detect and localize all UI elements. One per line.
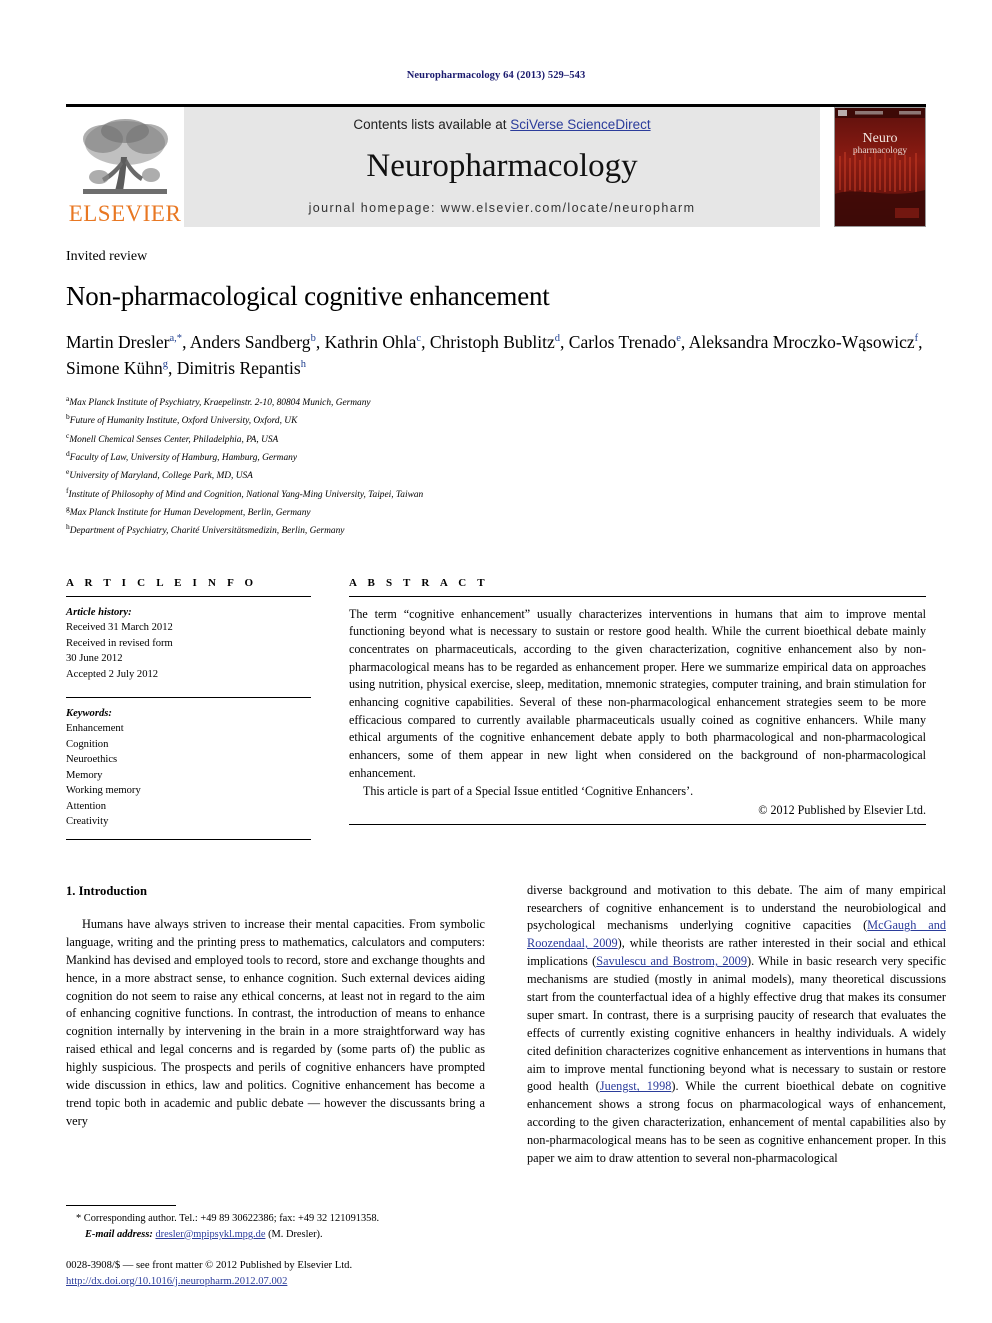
affiliation-item: dFaculty of Law, University of Hamburg, … <box>66 448 297 464</box>
doi-link[interactable]: http://dx.doi.org/10.1016/j.neuropharm.2… <box>66 1276 287 1287</box>
affiliation-marker: g <box>66 504 70 514</box>
body-column-right: diverse background and motivation to thi… <box>527 882 946 1168</box>
keyword-item: Working memory <box>66 785 141 797</box>
affiliation-marker: d <box>66 448 70 458</box>
affiliation-list: aMax Planck Institute of Psychiatry, Kra… <box>66 393 926 540</box>
affiliation-item: cMonell Chemical Senses Center, Philadel… <box>66 430 279 445</box>
author-affiliation-marker: h <box>300 359 306 371</box>
issn-copyright-block: 0028-3908/$ — see front matter © 2012 Pu… <box>66 1258 485 1289</box>
author-name: Christoph Bublitz <box>429 332 555 353</box>
email-note: E-mail address: dresler@mpipsykl.mpg.de … <box>66 1227 485 1243</box>
keywords-label: Keywords: <box>66 708 112 719</box>
author-name: Aleksandra Mroczko-Wąsowicz <box>688 332 915 353</box>
affiliation-item: gMax Planck Institute for Human Developm… <box>66 504 311 519</box>
author-affiliation-marker: g <box>162 359 168 371</box>
author-affiliation-marker: f <box>914 333 919 345</box>
article-history-line: 30 June 2012 <box>66 653 123 665</box>
journal-cover-thumbnail: Neuro pharmacology <box>834 107 926 227</box>
email-owner: (M. Dresler). <box>268 1228 323 1240</box>
affiliation-marker: a <box>66 393 70 403</box>
section-heading-introduction: 1. Introduction <box>66 883 147 898</box>
author-affiliation-marker: a,* <box>169 333 183 345</box>
svg-text:Neuro: Neuro <box>863 131 898 146</box>
running-head: Neuropharmacology 64 (2013) 529–543 <box>406 70 586 81</box>
body-text-region: 1. Introduction Humans have always striv… <box>66 882 946 1168</box>
body-paragraph-right: diverse background and motivation to thi… <box>527 882 947 1165</box>
abstract-column: A B S T R A C T The term “cognitive enha… <box>349 577 926 840</box>
keywords-top-rule <box>66 697 311 698</box>
keyword-item: Cognition <box>66 738 109 750</box>
author-affiliation-marker: b <box>310 333 316 345</box>
journal-title: Neuropharmacology <box>366 148 638 184</box>
affiliation-item: aMax Planck Institute of Psychiatry, Kra… <box>66 393 371 408</box>
article-history-block: Article history: Received 31 March 2012 R… <box>66 605 311 682</box>
keyword-item: Attention <box>66 800 107 812</box>
journal-masthead: ELSEVIER Contents lists available at Sci… <box>66 104 926 227</box>
abstract-paragraph-2: This article is part of a Special Issue … <box>363 784 694 799</box>
author-affiliation-marker: e <box>676 333 681 345</box>
journal-article-page: Neuropharmacology 64 (2013) 529–543 ELSE… <box>0 0 992 1323</box>
masthead-center-panel: Contents lists available at SciVerse Sci… <box>184 107 820 227</box>
abstract-heading: A B S T R A C T <box>349 576 489 589</box>
citation-link[interactable]: Juengst, 1998 <box>600 1079 672 1093</box>
author-name: Kathrin Ohla <box>324 332 417 353</box>
affiliation-marker: h <box>66 522 70 532</box>
citation-link[interactable]: Savulescu and Bostrom, 2009 <box>596 954 747 968</box>
journal-homepage-line[interactable]: journal homepage: www.elsevier.com/locat… <box>309 201 696 215</box>
abstract-rule-bottom <box>349 823 926 825</box>
affiliation-marker: c <box>66 430 70 440</box>
corresponding-author-note: * Corresponding author. Tel.: +49 89 306… <box>76 1213 380 1225</box>
keywords-block: Keywords: Enhancement Cognition Neuroethic… <box>66 706 311 830</box>
article-history-line: Received 31 March 2012 <box>66 622 173 634</box>
affiliation-item: bFuture of Humanity Institute, Oxford Un… <box>66 412 298 427</box>
sciverse-sciencedirect-link[interactable]: SciVerse ScienceDirect <box>510 117 650 132</box>
author-name: Dimitris Repantis <box>176 357 301 378</box>
keyword-item: Neuroethics <box>66 754 118 766</box>
contents-prefix: Contents lists available at <box>353 117 511 132</box>
citation-link[interactable]: McGaugh and Roozendaal, 2009 <box>527 918 946 950</box>
article-info-heading: A R T I C L E I N F O <box>66 576 258 589</box>
author-name: Simone Kühn <box>66 357 163 378</box>
elsevier-logo: ELSEVIER <box>66 107 184 227</box>
author-email-link[interactable]: dresler@mpipsykl.mpg.de <box>155 1229 265 1240</box>
page-title: Non-pharmacological cognitive enhancemen… <box>66 281 550 311</box>
article-info-rule <box>66 595 311 597</box>
email-label: E-mail address: <box>85 1228 153 1240</box>
article-history-line: Accepted 2 July 2012 <box>66 668 159 680</box>
abstract-rule-top <box>349 595 926 597</box>
author-name: Carlos Trenado <box>568 332 677 353</box>
author-affiliation-marker: c <box>416 333 422 345</box>
elsevier-wordmark: ELSEVIER <box>68 201 182 226</box>
issn-line: 0028-3908/$ — see front matter © 2012 Pu… <box>66 1260 353 1272</box>
footnote-divider <box>66 1205 176 1207</box>
article-history-label: Article history: <box>66 606 132 618</box>
affiliation-marker: e <box>66 467 70 477</box>
article-type-label: Invited review <box>66 249 148 264</box>
author-affiliation-marker: d <box>554 333 561 345</box>
author-list: Martin Dreslera,*, Anders Sandbergb, Kat… <box>66 332 923 378</box>
affiliation-item: fInstitute of Philosophy of Mind and Cog… <box>66 485 424 500</box>
keywords-bottom-rule <box>66 838 311 840</box>
contents-list-line: Contents lists available at SciVerse Sci… <box>353 117 650 132</box>
svg-text:pharmacology: pharmacology <box>853 146 908 156</box>
keyword-item: Enhancement <box>66 723 124 735</box>
keyword-item: Creativity <box>66 816 109 828</box>
keyword-item: Memory <box>66 769 103 781</box>
affiliation-item: eUniversity of Maryland, College Park, M… <box>66 467 253 482</box>
author-name: Martin Dresler <box>66 332 170 353</box>
body-column-left: 1. Introduction Humans have always striv… <box>66 882 485 1168</box>
article-info-column: A R T I C L E I N F O Article history: R… <box>66 577 311 840</box>
abstract-paragraph-1: The term “cognitive enhancement” usually… <box>349 606 926 780</box>
abstract-copyright: © 2012 Published by Elsevier Ltd. <box>758 802 926 817</box>
affiliation-marker: b <box>66 412 70 422</box>
elsevier-tree-icon <box>77 117 173 201</box>
body-paragraph-left: Humans have always striven to increase t… <box>66 916 485 1128</box>
affiliation-marker: f <box>66 485 69 495</box>
abstract-body: The term “cognitive enhancement” usually… <box>349 606 926 801</box>
info-abstract-region: A R T I C L E I N F O Article history: R… <box>66 577 926 840</box>
author-name: Anders Sandberg <box>189 332 311 353</box>
footnote-region: * Corresponding author. Tel.: +49 89 306… <box>66 1205 485 1289</box>
article-history-line: Received in revised form <box>66 637 173 649</box>
affiliation-item: hDepartment of Psychiatry, Charité Unive… <box>66 522 345 537</box>
